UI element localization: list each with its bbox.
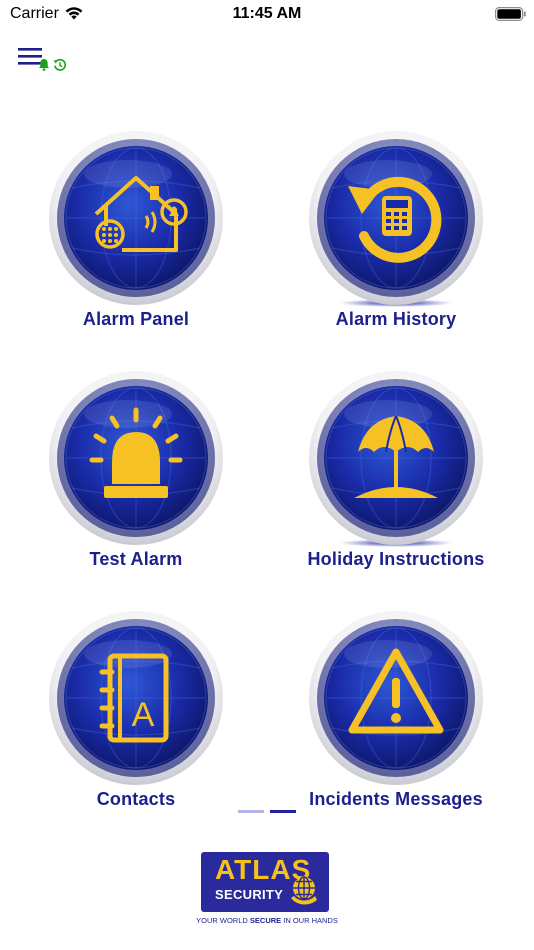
tile-label: Contacts <box>96 789 176 809</box>
battery-full-icon <box>495 7 526 21</box>
atlas-security-logo: ATLAS SECURITY YOUR WORLD SECURE IN OUR … <box>192 852 342 930</box>
orb <box>309 131 483 305</box>
tile-label: Alarm Panel <box>82 309 190 329</box>
tile-label: Test Alarm <box>89 549 183 569</box>
tagline-bold: SECURE <box>249 916 282 925</box>
globe-hand-icon <box>291 876 317 905</box>
page-dot-2-active[interactable] <box>270 810 296 813</box>
orb <box>309 371 483 545</box>
svg-text:A: A <box>132 696 155 734</box>
tile-test-alarm[interactable]: Test Alarm <box>16 370 256 580</box>
tile-label: Alarm History <box>335 309 457 329</box>
tile-contacts[interactable]: A Contacts <box>16 610 256 820</box>
tile-holiday-instructions[interactable]: Holiday Instructions <box>276 370 516 580</box>
page-dot-1[interactable] <box>238 810 264 813</box>
tile-label: Incidents Messages <box>309 789 483 809</box>
logo-badge: ATLAS SECURITY <box>201 852 329 912</box>
tile-alarm-history[interactable]: Alarm History <box>276 130 516 340</box>
status-bar: Carrier 11:45 AM <box>0 0 534 30</box>
page-indicator <box>238 810 298 816</box>
tagline-post: IN OUR HANDS <box>281 916 338 925</box>
tile-label: Holiday Instructions <box>307 549 485 569</box>
orb <box>309 611 483 785</box>
tile-alarm-panel[interactable]: Alarm Panel <box>16 130 256 340</box>
bell-icon[interactable] <box>38 58 50 71</box>
tagline-pre: YOUR WORLD <box>196 916 250 925</box>
logo-tagline: YOUR WORLD SECURE IN OUR HANDS <box>192 916 342 925</box>
orb <box>49 371 223 545</box>
tile-incidents-messages[interactable]: Incidents Messages <box>276 610 516 820</box>
orb <box>49 131 223 305</box>
orb: A <box>49 611 223 785</box>
history-clock-icon[interactable] <box>53 58 67 72</box>
logo-brand-bottom: SECURITY <box>215 887 284 902</box>
clock: 11:45 AM <box>232 5 302 22</box>
